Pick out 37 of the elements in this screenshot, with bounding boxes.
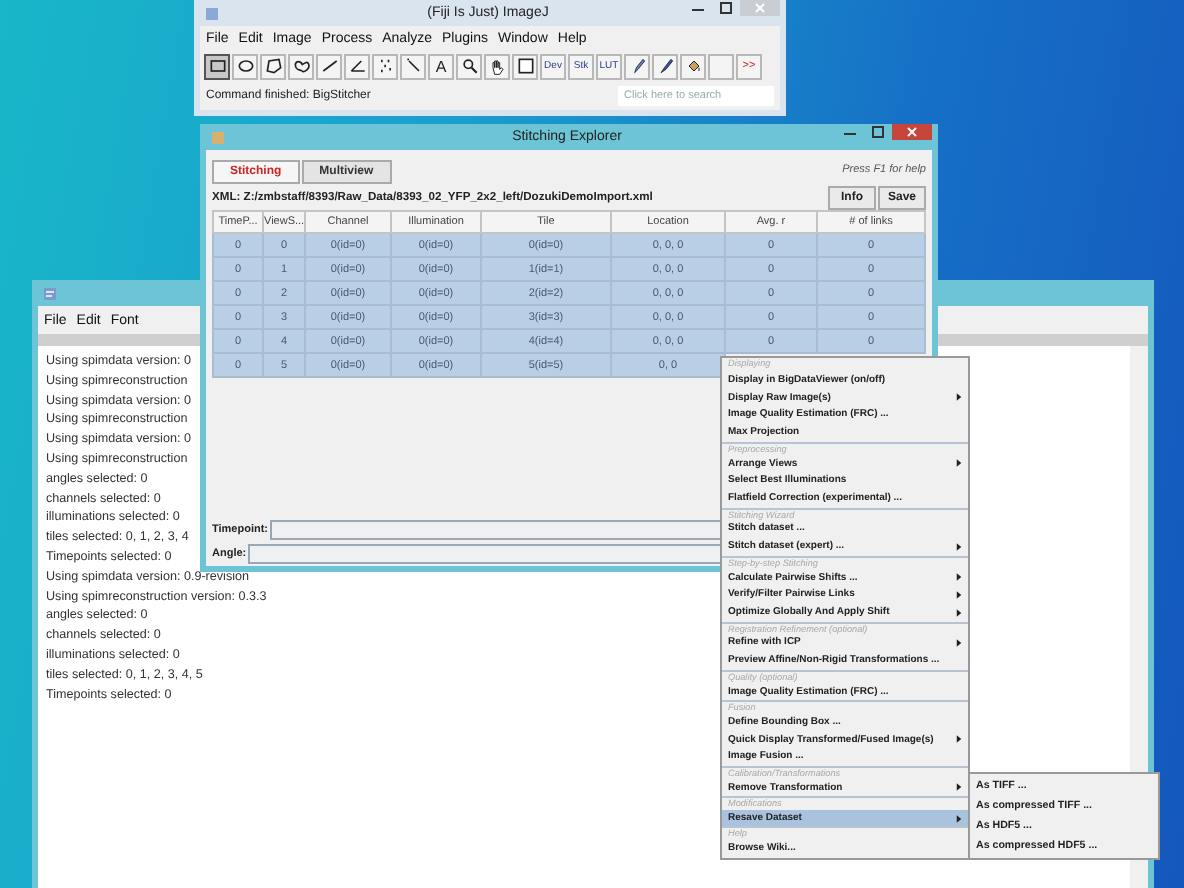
submenu-arrow-icon — [956, 813, 962, 824]
app-icon — [210, 129, 226, 145]
tool-button[interactable] — [652, 53, 678, 79]
dots-icon — [375, 56, 395, 76]
rectangle-icon — [207, 56, 227, 76]
tool-button[interactable] — [204, 53, 230, 79]
angle-icon — [347, 56, 367, 76]
document-icon — [42, 285, 58, 301]
tool-button[interactable] — [316, 53, 342, 79]
submenu-arrow-icon — [956, 541, 962, 552]
hand-icon — [487, 56, 507, 76]
bucket-icon — [683, 56, 703, 76]
submenu-arrow-icon — [956, 392, 962, 403]
wand-icon — [403, 56, 423, 76]
tool-button[interactable] — [624, 53, 650, 79]
tool-button[interactable] — [260, 53, 286, 79]
submenu-arrow-icon — [956, 734, 962, 745]
oval-icon — [235, 56, 255, 76]
tool-button[interactable] — [512, 53, 538, 79]
tool-button[interactable] — [288, 53, 314, 79]
line-icon — [319, 56, 339, 76]
magnifier-icon — [459, 56, 479, 76]
polygon-icon — [263, 56, 283, 76]
tool-button[interactable] — [680, 53, 706, 79]
app-icon — [204, 5, 220, 21]
brush-icon — [655, 56, 675, 76]
freehand-shape-icon — [291, 56, 311, 76]
square-icon — [515, 56, 535, 76]
submenu-arrow-icon — [956, 458, 962, 469]
tool-button[interactable] — [232, 53, 258, 79]
close-icon[interactable] — [892, 124, 932, 140]
tool-button[interactable] — [344, 53, 370, 79]
tool-button[interactable]: A — [428, 53, 454, 79]
tool-button[interactable] — [456, 53, 482, 79]
submenu-arrow-icon — [956, 782, 962, 793]
submenu-arrow-icon — [956, 637, 962, 648]
tool-button[interactable] — [484, 53, 510, 79]
